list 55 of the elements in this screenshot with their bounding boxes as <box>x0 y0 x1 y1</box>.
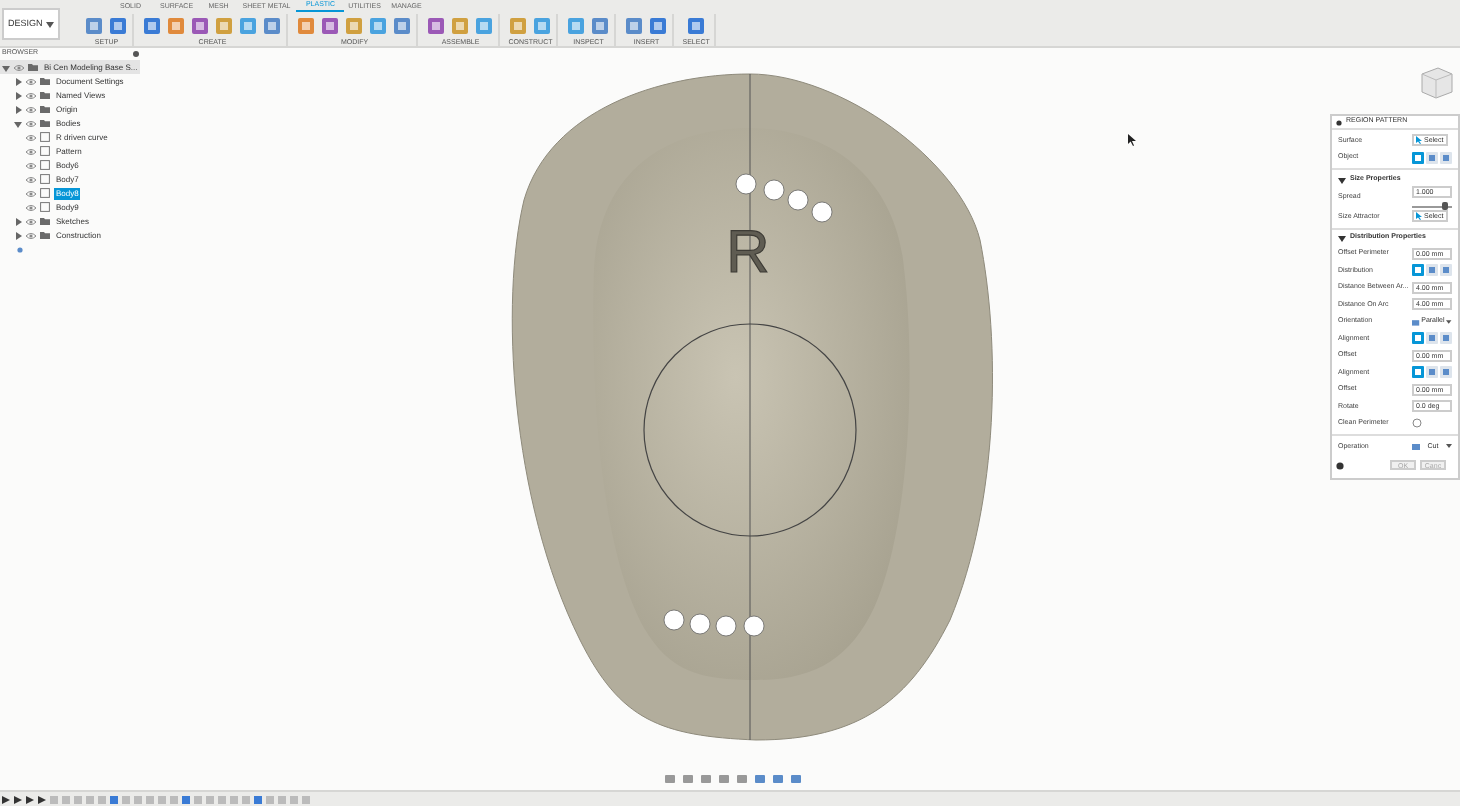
collapsed-arrow-icon[interactable] <box>14 217 22 225</box>
toolbar-tool-icon[interactable] <box>590 16 611 36</box>
toolbar-tool-icon[interactable] <box>142 16 163 36</box>
visibility-eye-icon[interactable] <box>26 203 36 211</box>
toolbar-tool-icon[interactable] <box>166 16 187 36</box>
toolbar-tool-icon[interactable] <box>686 16 707 36</box>
visibility-eye-icon[interactable] <box>26 147 36 155</box>
visibility-eye-icon[interactable] <box>26 175 36 183</box>
toolbar-tool-icon[interactable] <box>238 16 259 36</box>
toolbar-tool-icon[interactable] <box>392 16 413 36</box>
toolbar-tool-icon[interactable] <box>532 16 553 36</box>
visibility-eye-icon[interactable] <box>26 91 36 99</box>
toolbar-tool-icon[interactable] <box>262 16 283 36</box>
toolbar-tool-icon[interactable] <box>344 16 365 36</box>
toolbar-tool-icon[interactable] <box>320 16 341 36</box>
visibility-eye-icon[interactable] <box>26 105 36 113</box>
toolbar-tool-icon[interactable] <box>214 16 235 36</box>
toolbar-tool-icon[interactable] <box>508 16 529 36</box>
visibility-eye-icon[interactable] <box>26 119 36 127</box>
visibility-eye-icon[interactable] <box>26 133 36 141</box>
toolbar-tool-icon[interactable] <box>566 16 587 36</box>
collapsed-arrow-icon[interactable] <box>14 77 22 85</box>
collapsed-arrow-icon[interactable] <box>14 105 22 113</box>
cursor-arrow-icon <box>1416 212 1422 221</box>
toolbar-tool-icon[interactable] <box>474 16 495 36</box>
embossed-letter: R <box>726 220 770 286</box>
toolbar-tool-icon[interactable] <box>368 16 389 36</box>
cursor-icon <box>1128 134 1136 146</box>
toolbar-tool-icon[interactable] <box>426 16 447 36</box>
toolbar-tool-icon[interactable] <box>450 16 471 36</box>
caret-icon <box>1446 444 1452 449</box>
expanded-arrow-icon[interactable] <box>14 119 22 127</box>
visibility-eye-icon[interactable] <box>14 63 24 71</box>
visibility-eye-icon[interactable] <box>26 161 36 169</box>
view-cube-icon[interactable] <box>1416 64 1456 100</box>
visibility-eye-icon[interactable] <box>26 189 36 197</box>
visibility-eye-icon[interactable] <box>26 77 36 85</box>
toggle-icon[interactable] <box>1412 418 1422 429</box>
collapsed-arrow-icon[interactable] <box>14 231 22 239</box>
caret-icon <box>1446 319 1452 324</box>
toolbar-tool-icon[interactable] <box>108 16 129 36</box>
visibility-eye-icon[interactable] <box>26 217 36 225</box>
toolbar-tool-icon[interactable] <box>296 16 317 36</box>
expanded-arrow-icon[interactable] <box>1338 234 1346 242</box>
collapsed-arrow-icon[interactable] <box>14 91 22 99</box>
toolbar-tool-icon[interactable] <box>624 16 645 36</box>
toolbar-tool-icon[interactable] <box>84 16 105 36</box>
slider-thumb[interactable] <box>1442 202 1449 210</box>
expanded-arrow-icon[interactable] <box>1338 175 1346 183</box>
option-icon <box>1412 442 1420 451</box>
caret-icon <box>46 21 55 27</box>
cursor-arrow-icon <box>1416 136 1422 145</box>
toolbar-tool-icon[interactable] <box>190 16 211 36</box>
visibility-eye-icon[interactable] <box>26 231 36 239</box>
toolbar-tool-icon[interactable] <box>648 16 669 36</box>
